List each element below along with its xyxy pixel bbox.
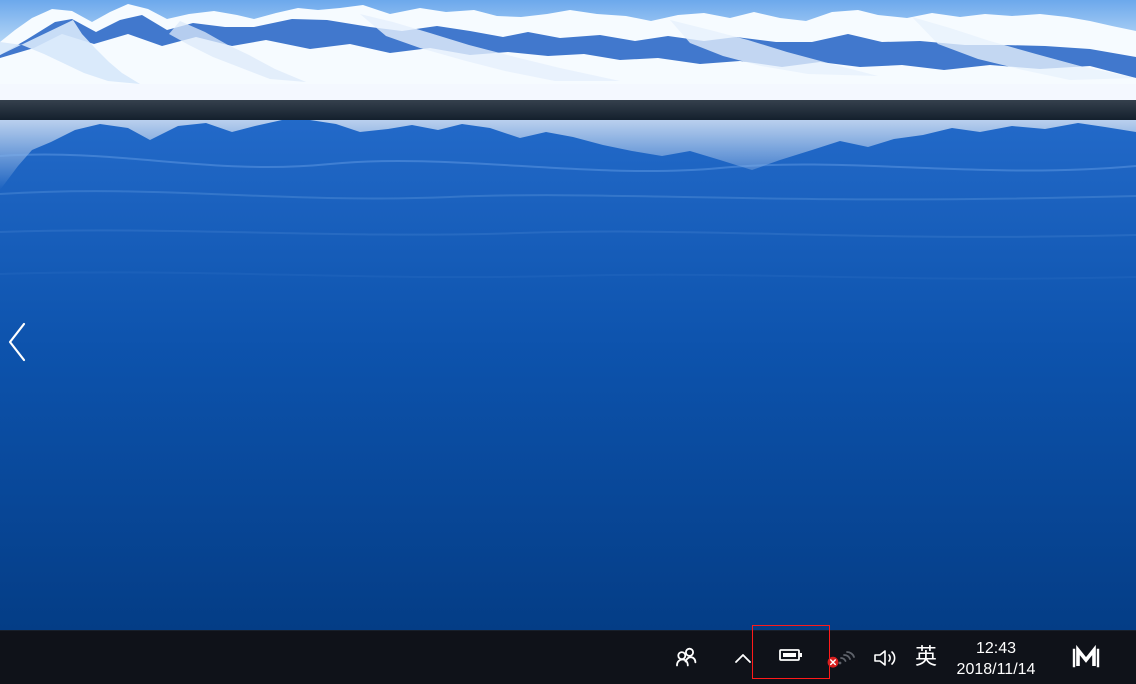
desktop-screen: people-icon chevron-up-icon battery-icon — [0, 0, 1136, 684]
volume-button[interactable]: volume-icon — [870, 631, 902, 684]
chevron-up-icon — [734, 651, 752, 665]
desktop-wallpaper — [0, 0, 1136, 630]
clock-button[interactable]: 12:43 2018/11/14 — [944, 631, 1048, 684]
taskbar: people-icon chevron-up-icon battery-icon — [0, 625, 1136, 684]
battery-button[interactable]: battery-icon — [752, 625, 830, 679]
people-icon — [673, 647, 699, 669]
action-center-icon — [1071, 644, 1101, 669]
previous-image-button[interactable] — [4, 320, 32, 364]
wifi-disconnected-icon — [826, 644, 856, 672]
volume-icon — [872, 646, 900, 670]
battery-icon — [779, 648, 803, 662]
snow-shore — [0, 84, 1136, 100]
network-button[interactable]: wifi-disconnected-icon — [826, 631, 856, 684]
chevron-left-icon — [8, 322, 26, 362]
people-button[interactable]: people-icon — [667, 631, 705, 684]
clock-time: 12:43 — [975, 639, 1017, 657]
clock-date: 2018/11/14 — [956, 660, 1036, 678]
dark-shoreline — [0, 100, 1136, 120]
input-method-label: 英 — [914, 645, 937, 670]
action-center-button[interactable]: action-center-icon — [1065, 631, 1107, 684]
input-method-button[interactable]: 英 — [909, 631, 943, 684]
